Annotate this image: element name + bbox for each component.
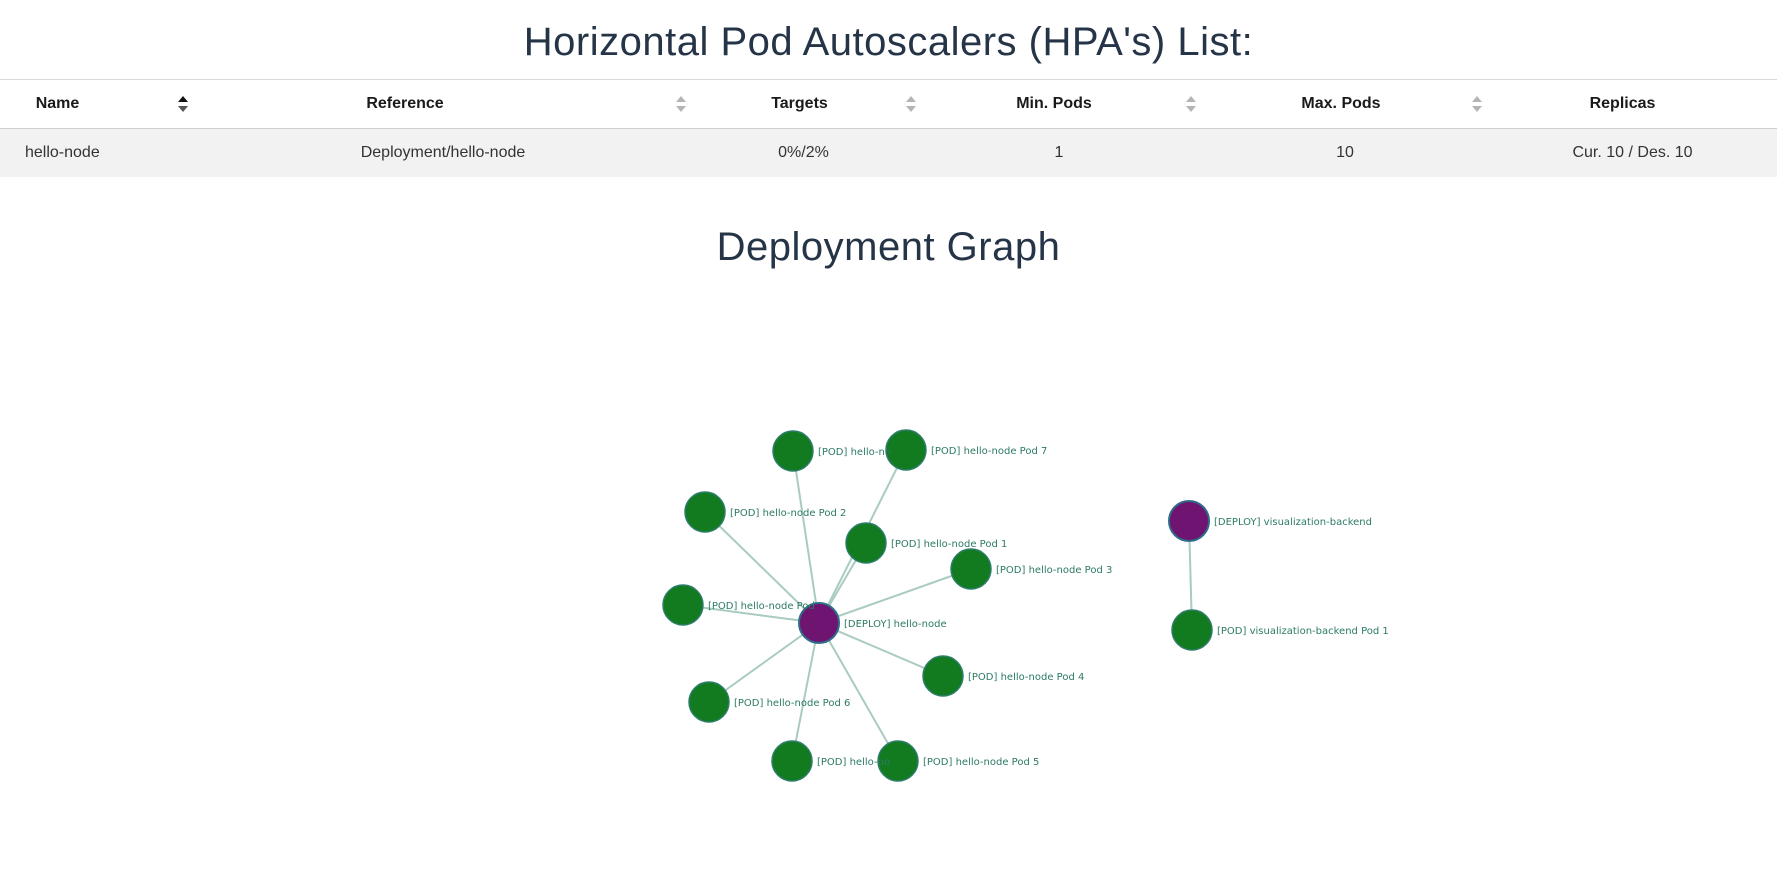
node-label: [POD] hello-node Pod 7 <box>931 446 1047 457</box>
column-header-label: Targets <box>771 95 828 112</box>
column-header-label: Max. Pods <box>1301 95 1381 112</box>
pod-node[interactable]: [POD] hello-node Pod 5 <box>877 740 1039 782</box>
pod-node-circle[interactable] <box>688 681 730 723</box>
hpa-table-header: Name Reference Targets Min. Pods Max. Po… <box>0 79 1777 129</box>
pod-node-circle[interactable] <box>922 655 964 697</box>
sort-icon <box>906 96 916 112</box>
pod-node[interactable]: [POD] hello-node Pod 2 <box>684 491 846 533</box>
node-label: [POD] visualization-backend Pod 1 <box>1217 626 1389 637</box>
column-header-label: Replicas <box>1589 95 1656 112</box>
sort-icon <box>1472 96 1482 112</box>
column-header-min-pods[interactable]: Min. Pods <box>916 79 1202 129</box>
pod-node-circle[interactable] <box>772 430 814 472</box>
column-header-max-pods[interactable]: Max. Pods <box>1202 79 1488 129</box>
column-header-label: Name <box>35 95 80 112</box>
column-header-reference[interactable]: Reference <box>195 79 691 129</box>
sort-icon <box>1186 96 1196 112</box>
node-label: [POD] hello-node Pod 2 <box>730 508 846 519</box>
pod-node[interactable]: [POD] visualization-backend Pod 1 <box>1171 609 1389 651</box>
hpa-list-title: Horizontal Pod Autoscalers (HPA's) List: <box>523 20 1254 64</box>
node-label: [POD] hello-no <box>817 757 890 768</box>
pod-node-circle[interactable] <box>1171 609 1213 651</box>
node-label: [POD] hello-node Pod 6 <box>734 698 850 709</box>
node-label: [POD] hello-node Pod 1 <box>891 539 1007 550</box>
pod-node[interactable]: [POD] hello-node Pod 7 <box>885 429 1047 471</box>
node-label: [POD] hello-no <box>818 447 891 458</box>
deployment-graph-title: Deployment Graph <box>716 225 1061 269</box>
column-header-label: Reference <box>366 95 444 112</box>
cell-reference: Deployment/hello-node <box>195 128 691 177</box>
cell-name: hello-node <box>0 128 195 177</box>
pod-node-circle[interactable] <box>662 584 704 626</box>
pod-node[interactable]: [POD] hello-no <box>771 740 890 782</box>
deploy-node-circle[interactable] <box>1168 500 1210 542</box>
table-row: hello-node Deployment/hello-node 0%/2% 1… <box>0 128 1777 177</box>
column-header-name[interactable]: Name <box>0 79 195 129</box>
pod-node[interactable]: [POD] hello-node Pod 6 <box>688 681 850 723</box>
node-label: [POD] hello-node Pod 5 <box>923 757 1039 768</box>
sort-icon <box>676 96 686 112</box>
column-header-replicas: Replicas <box>1488 79 1777 129</box>
column-header-targets[interactable]: Targets <box>691 79 916 129</box>
node-label: [POD] hello-node Pod <box>708 601 815 612</box>
cell-targets: 0%/2% <box>691 128 916 177</box>
pod-node-circle[interactable] <box>684 491 726 533</box>
column-header-label: Min. Pods <box>1016 95 1092 112</box>
cell-max-pods: 10 <box>1202 128 1488 177</box>
node-label: [POD] hello-node Pod 3 <box>996 565 1112 576</box>
node-label: [POD] hello-node Pod 4 <box>968 672 1084 683</box>
graph-edge <box>791 622 820 762</box>
node-label: [DEPLOY] visualization-backend <box>1214 517 1372 528</box>
pod-node[interactable]: [POD] hello-node Pod 3 <box>950 548 1112 590</box>
pod-node[interactable]: [POD] hello-no <box>772 430 891 472</box>
deployment-graph[interactable]: [DEPLOY] hello-node [POD] hello-node Pod … <box>0 380 1777 800</box>
pod-node-circle[interactable] <box>845 522 887 564</box>
cell-replicas: Cur. 10 / Des. 10 <box>1488 128 1777 177</box>
pod-node-circle[interactable] <box>950 548 992 590</box>
pod-node[interactable]: [POD] hello-node Pod 4 <box>922 655 1084 697</box>
deploy-node[interactable]: [DEPLOY] hello-node <box>798 602 947 644</box>
sort-ascending-icon <box>178 96 188 112</box>
cell-min-pods: 1 <box>916 128 1202 177</box>
pod-node-circle[interactable] <box>885 429 927 471</box>
graph-edge <box>818 622 899 762</box>
graph-edge <box>792 450 820 624</box>
node-label: [DEPLOY] hello-node <box>844 619 947 630</box>
deploy-node[interactable]: [DEPLOY] visualization-backend <box>1168 500 1372 542</box>
hpa-table: Name Reference Targets Min. Pods Max. Po… <box>0 79 1777 177</box>
pod-node-circle[interactable] <box>771 740 813 782</box>
